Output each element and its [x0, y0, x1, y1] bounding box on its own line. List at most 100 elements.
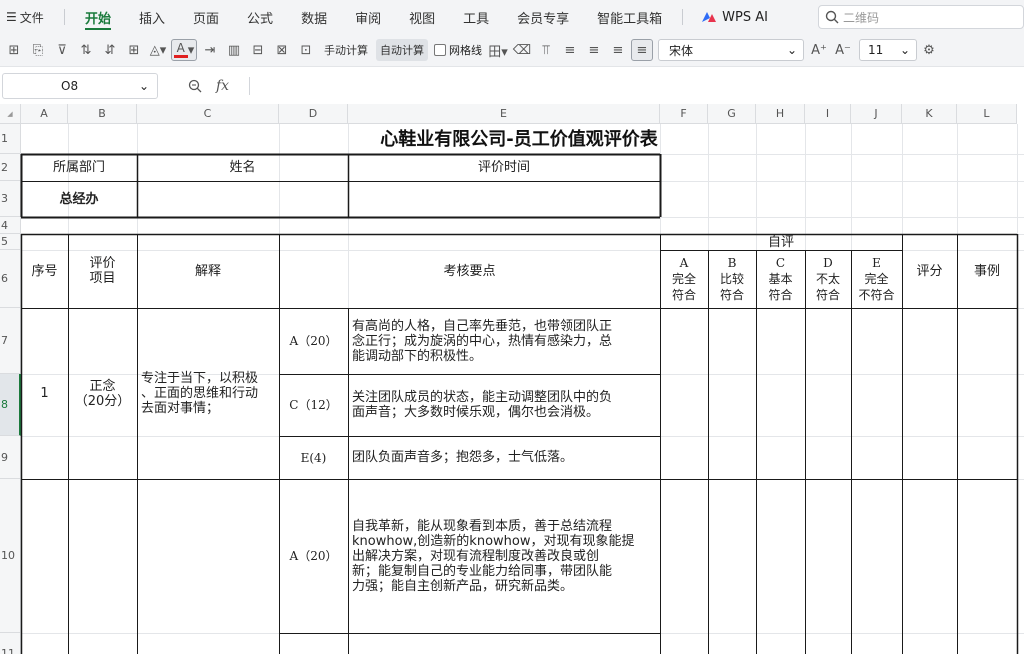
tab-page[interactable]: 页面	[179, 0, 233, 34]
gridlines-checkbox[interactable]: 网格线	[434, 42, 482, 58]
record-seq[interactable]: 2	[21, 479, 68, 654]
record-seq-text: 1	[40, 386, 49, 401]
wrap-text-icon[interactable]: ⇥	[199, 39, 221, 61]
font-name-select[interactable]: 宋体 ⌄	[658, 39, 804, 61]
grade-header-a-text: A 完全 符合	[671, 256, 696, 302]
wps-ai-label: WPS AI	[722, 9, 768, 25]
increase-font-icon[interactable]: A⁺	[808, 39, 830, 61]
auto-calc-button[interactable]: 自动计算	[376, 39, 428, 61]
points-header[interactable]: 考核要点	[279, 234, 660, 308]
eval-time-header[interactable]: 评价时间	[348, 154, 660, 181]
name-header-text: 姓名	[229, 160, 256, 175]
tab-data[interactable]: 数据	[287, 0, 341, 34]
grade-header-e-text: E 完全 不符合	[858, 256, 895, 302]
self-eval-header[interactable]: 自评	[660, 234, 902, 250]
grade-header-b[interactable]: B 比较 符合	[708, 250, 756, 308]
seq-header-text: 序号	[31, 263, 58, 279]
tab-member[interactable]: 会员专享	[503, 0, 583, 34]
self-eval-header-text: 自评	[767, 234, 794, 250]
level-grade[interactable]: A（20）	[279, 308, 348, 374]
grade-header-d[interactable]: D 不太 符合	[805, 250, 851, 308]
level-grade-text: A（20）	[289, 334, 338, 348]
freeze-panes-icon[interactable]: ▥	[223, 39, 245, 61]
divider	[64, 9, 65, 25]
record-item[interactable]: 创新	[68, 479, 137, 654]
align-right-icon[interactable]: ≡	[607, 39, 629, 61]
tab-formula[interactable]: 公式	[233, 0, 287, 34]
format-painter-icon[interactable]: ⊞	[3, 39, 25, 61]
grade-header-b-text: B 比较 符合	[719, 256, 744, 302]
department-header-text: 所属部门	[52, 160, 105, 175]
grade-header-c-text: C 基本 符合	[768, 256, 793, 302]
insert-row-icon[interactable]: ⊟	[247, 39, 269, 61]
example-header[interactable]: 事例	[957, 234, 1017, 308]
level-grade[interactable]: E(4)	[279, 436, 348, 479]
fx-icon[interactable]: fx	[216, 78, 229, 94]
cell-style-icon[interactable]: 田▾	[487, 39, 509, 61]
align-justify-icon[interactable]: ≡	[631, 39, 653, 61]
item-header[interactable]: 评价 项目	[68, 234, 137, 308]
record-item[interactable]: 正念 （20分）	[68, 308, 137, 479]
level-desc[interactable]: 团队负面声音多；抱怨多，士气低落。	[348, 436, 660, 479]
department-header[interactable]: 所属部门	[21, 154, 137, 181]
level-desc[interactable]: 有高尚的人格，自己率先垂范，也带领团队正 念正行；成为旋涡的中心，热情有感染力，总…	[348, 308, 660, 374]
tab-tools[interactable]: 工具	[449, 0, 503, 34]
zoom-icon[interactable]	[188, 79, 202, 93]
search-placeholder: 二维码	[843, 10, 880, 25]
spreadsheet-grid[interactable]: ◢ A B C D E F G H I J K L 1 2 3 4 5 6 7 8 9 10 11 心鞋业有限公司-员工价值观评…	[0, 104, 1024, 654]
wps-ai-button[interactable]: WPS AI	[689, 10, 780, 25]
record-item-text: 正念 （20分）	[74, 378, 131, 409]
paste-icon[interactable]: ⎘	[27, 39, 49, 61]
sheet-title[interactable]: 心鞋业有限公司-员工价值观评价表	[21, 124, 1017, 154]
align-left-icon[interactable]: ≡	[559, 39, 581, 61]
fill-color-icon[interactable]: ◬▾	[147, 39, 169, 61]
merge-icon[interactable]: ⊡	[295, 39, 317, 61]
hamburger-icon: ☰	[6, 10, 17, 24]
name-header[interactable]: 姓名	[137, 154, 348, 181]
filter-icon[interactable]: ⊽	[51, 39, 73, 61]
grade-header-e[interactable]: E 完全 不符合	[851, 250, 902, 308]
name-value[interactable]	[137, 181, 348, 217]
tab-home[interactable]: 开始	[71, 0, 125, 34]
cell-reference: O8	[61, 78, 79, 93]
decrease-font-icon[interactable]: A⁻	[832, 39, 854, 61]
department-value[interactable]: 总经办	[21, 181, 137, 217]
chevron-down-icon: ⌄	[786, 43, 797, 57]
name-box[interactable]: O8 ⌄	[2, 72, 158, 99]
grade-header-c[interactable]: C 基本 符合	[756, 250, 805, 308]
score-header[interactable]: 评分	[902, 234, 957, 308]
clear-format-icon[interactable]: ⌫	[511, 39, 533, 61]
explain-header-text: 解释	[194, 263, 221, 279]
font-color-button[interactable]: A ▾	[171, 39, 197, 61]
search-input[interactable]: 二维码	[818, 5, 1024, 29]
grade-header-a[interactable]: A 完全 符合	[660, 250, 708, 308]
level-grade[interactable]: C（12）	[279, 374, 348, 436]
record-explain[interactable]: 专注于当下，以积极 、正面的思维和行动 去面对事情；	[137, 308, 279, 479]
borders-icon[interactable]: ⊞	[123, 39, 145, 61]
align-center-icon[interactable]: ≡	[583, 39, 605, 61]
sheet-title-text: 心鞋业有限公司-员工价值观评价表	[380, 128, 658, 150]
font-settings-icon[interactable]: ⚙	[918, 39, 940, 61]
sort-descending-icon[interactable]: ⇵	[99, 39, 121, 61]
divider	[249, 76, 251, 95]
record-seq[interactable]: 1	[21, 308, 68, 479]
tab-smart-toolbox[interactable]: 智能工具箱	[583, 0, 676, 34]
file-menu[interactable]: ☰ 文件	[0, 9, 58, 26]
sort-ascending-icon[interactable]: ⇅	[75, 39, 97, 61]
level-desc-text: 关注团队成员的状态，能主动调整团队中的负 面声音；大多数时候乐观，偶尔也会消极。	[352, 390, 613, 420]
manual-calc-button[interactable]: 手动计算	[320, 39, 372, 61]
tab-review[interactable]: 审阅	[341, 0, 395, 34]
tab-insert[interactable]: 插入	[125, 0, 179, 34]
level-desc[interactable]: 关注团队成员的状态，能主动调整团队中的负 面声音；大多数时候乐观，偶尔也会消极。	[348, 374, 660, 436]
explain-header[interactable]: 解释	[137, 234, 279, 308]
level-desc[interactable]: 自我革新，能从现象看到本质，善于总结流程 knowhow,创造新的knowhow，…	[348, 479, 660, 633]
font-size-select[interactable]: 11 ⌄	[859, 39, 917, 61]
eval-time-value[interactable]	[348, 181, 660, 217]
align-top-icon[interactable]: ⫪	[535, 39, 557, 61]
insert-column-icon[interactable]: ⊠	[271, 39, 293, 61]
record-explain[interactable]: 反复钻研，要不断从	[137, 479, 279, 654]
seq-header[interactable]: 序号	[21, 234, 68, 308]
tab-view[interactable]: 视图	[395, 0, 449, 34]
level-grade[interactable]: A（20）	[279, 479, 348, 633]
divider	[682, 9, 684, 25]
